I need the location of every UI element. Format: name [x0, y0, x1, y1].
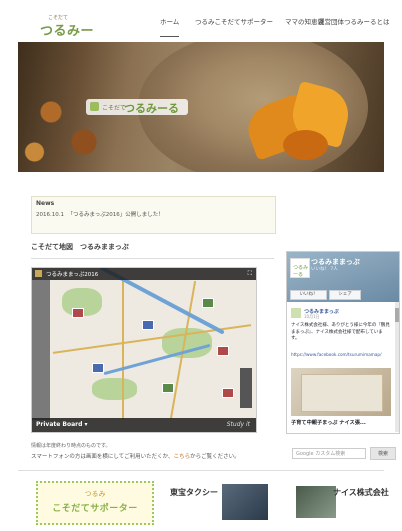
fallen-leaves-graphic — [18, 72, 128, 172]
nav-home[interactable]: ホーム — [160, 16, 180, 37]
map-pin[interactable] — [142, 320, 154, 330]
hero-badge-small: こそだて — [102, 105, 127, 112]
news-text: 「つるみまっぷ2016」公開しました！ — [67, 212, 164, 218]
sponsor-nice[interactable]: ナイス株式会社 — [333, 487, 389, 498]
map-title: つるみままっぷ2016 — [46, 272, 99, 278]
news-date: 2016.10.1 — [36, 212, 64, 218]
map-thumbnail — [301, 374, 383, 412]
sponsor-supporter-banner[interactable]: つるみ こそだてサポーター — [36, 481, 154, 525]
fb-share-button[interactable]: シェア — [329, 290, 361, 300]
note-text-before: スマートフォンの方は画面を横にしてご利用いただくか、 — [31, 454, 174, 460]
news-item[interactable]: 2016.10.1 「つるみまっぷ2016」公開しました！ — [36, 210, 164, 218]
nav-supporter[interactable]: つるみこそだてサポーター — [195, 16, 273, 34]
map-pin[interactable] — [162, 383, 174, 393]
fb-scrollbar[interactable] — [395, 302, 399, 432]
map-pin[interactable] — [217, 346, 229, 356]
map-zoom-controls[interactable] — [240, 368, 252, 408]
river-line-2 — [103, 343, 211, 376]
search-input[interactable]: Google カスタム検索 — [292, 448, 366, 459]
fb-like-button[interactable]: いいね！ — [290, 290, 327, 300]
map-bottom-bar: Private Board ▾ Study it — [32, 418, 256, 432]
hero-logo-badge: こそだて つるみーる — [86, 99, 188, 115]
private-board-dropdown[interactable]: Private Board ▾ — [36, 421, 88, 428]
map-brand[interactable]: Study it — [227, 421, 250, 428]
map-pin[interactable] — [92, 363, 104, 373]
news-box: News 2016.10.1 「つるみまっぷ2016」公開しました！ — [31, 196, 276, 234]
fb-avatar-text: つるみーる — [293, 265, 309, 278]
news-title: News — [36, 200, 55, 207]
map-side-panel[interactable] — [32, 280, 50, 420]
map-pin[interactable] — [202, 298, 214, 308]
fb-post-text: ナイス株式会社様、ありがとう様に今年の『鶴見ままっぷ』、ナイス株式会社様で配布し… — [291, 323, 390, 341]
map-note: 情報は年度終わり時点のものです。 — [31, 443, 111, 449]
facebook-page-widget[interactable]: つるみーる つるみままっぷ いいね！ 7人 いいね！ シェア つるみままっぷ 1… — [286, 251, 400, 434]
map-note-mobile: スマートフォンの方は画面を横にしてご利用いただくか、こちらからご覧ください。 — [31, 452, 240, 460]
maple-leaves-graphic — [241, 80, 358, 167]
nav-about[interactable]: 運営団体つるみーるとは — [318, 16, 390, 34]
fb-post-link[interactable]: https://www.facebook.com/tsurumimamap/ — [291, 352, 391, 358]
sponsor-toho-taxi[interactable]: 東宝タクシー — [170, 487, 218, 498]
map-embed[interactable]: つるみままっぷ2016 ⛶ Private Board ▾ Study it — [31, 267, 257, 433]
here-link[interactable]: こちら — [174, 454, 191, 460]
fb-post-image[interactable] — [291, 368, 391, 416]
map-title-bar: つるみままっぷ2016 ⛶ — [32, 268, 256, 280]
fullscreen-icon[interactable]: ⛶ — [248, 270, 252, 278]
fb-post-avatar — [291, 308, 301, 318]
hero-image: こそだて つるみーる — [18, 42, 384, 172]
footer-divider — [18, 470, 384, 471]
fb-post-title[interactable]: 子育て中親子まっぷ ナイス張... — [291, 419, 391, 426]
section-title: こそだて地図 つるみままっぷ — [31, 243, 129, 251]
map-thumbnail-icon — [35, 270, 42, 277]
sponsor-toho-taxi-image[interactable] — [222, 484, 268, 520]
section-divider — [31, 258, 274, 259]
sponsor1-top: つるみ — [84, 490, 106, 498]
search-button[interactable]: 検索 — [370, 447, 396, 460]
note-text-after: からご覧ください。 — [190, 454, 240, 460]
sponsor1-bottom: こそだてサポーター — [52, 504, 138, 514]
leaf-icon — [90, 102, 99, 111]
site-logo[interactable]: こそだて つるみーる — [40, 14, 100, 58]
fb-page-avatar[interactable]: つるみーる — [290, 258, 310, 278]
hero-badge-big: つるみーる — [124, 102, 179, 115]
fb-post-date[interactable]: 10月1日 — [304, 314, 320, 320]
map-pin[interactable] — [72, 308, 84, 318]
sponsor-nice-image[interactable] — [296, 486, 336, 518]
fb-page-sub: いいね！ 7人 — [311, 267, 338, 272]
map-pin[interactable] — [222, 388, 234, 398]
